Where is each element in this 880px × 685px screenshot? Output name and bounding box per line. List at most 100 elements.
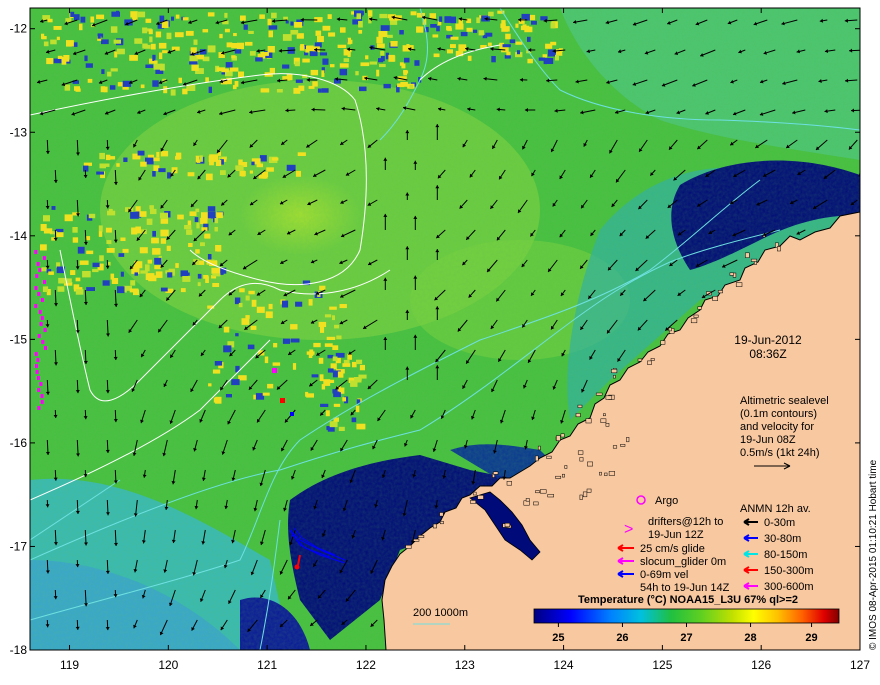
speckle-pixel: [316, 31, 322, 36]
legend-vel: 54h to 19-Jun 14Z: [640, 582, 730, 594]
anmn-label: 150-300m: [764, 565, 814, 577]
speckle-pixel: [208, 45, 216, 52]
speckle-pixel: [160, 213, 168, 219]
speckle-pixel: [233, 85, 237, 89]
speckle-pixel: [146, 19, 152, 23]
speckle-pixel: [491, 56, 496, 62]
island: [536, 491, 540, 493]
speckle-pixel: [66, 40, 74, 47]
speckle-pixel: [282, 301, 288, 308]
speckle-pixel: [153, 158, 159, 162]
island: [440, 513, 444, 517]
speckle-pixel: [504, 26, 509, 32]
speckle-pixel: [42, 267, 47, 271]
speckle-pixel: [257, 307, 265, 313]
speckle-pixel: [319, 286, 325, 291]
speckle-pixel: [42, 36, 47, 39]
argo-point: [38, 334, 41, 338]
speckle-pixel: [328, 355, 334, 358]
altimetry-line: 19-Jun 08Z: [740, 434, 796, 446]
speckle-pixel: [248, 291, 254, 295]
island: [606, 396, 612, 400]
speckle-pixel: [231, 379, 239, 385]
speckle-pixel: [103, 280, 110, 285]
island: [535, 456, 538, 461]
speckle-pixel: [479, 30, 484, 35]
colorbar-tick-label: 26: [616, 632, 628, 644]
island: [580, 458, 583, 462]
island: [473, 492, 476, 495]
speckle-pixel: [379, 14, 387, 18]
island: [745, 253, 749, 258]
speckle-pixel: [123, 81, 131, 87]
speckle-pixel: [531, 21, 537, 25]
island: [651, 358, 654, 360]
speckle-pixel: [160, 230, 168, 237]
speckle-pixel: [156, 271, 163, 278]
speckle-pixel: [333, 357, 338, 361]
speckle-pixel: [506, 52, 510, 56]
speckle-pixel: [273, 362, 281, 365]
speckle-pixel: [282, 65, 289, 69]
speckle-pixel: [216, 160, 221, 166]
speckle-pixel: [272, 158, 278, 161]
island: [606, 423, 609, 426]
speckle-pixel: [195, 217, 199, 222]
speckle-pixel: [76, 289, 84, 295]
speckle-pixel: [404, 58, 409, 63]
island: [561, 434, 565, 437]
speckle-pixel: [65, 85, 71, 91]
argo-point: [35, 364, 38, 368]
x-tick-label: 122: [356, 658, 376, 672]
credit-text: © IMOS 08-Apr-2015 01:10:21 Hobart time: [868, 459, 879, 650]
island: [730, 273, 734, 276]
speckle-pixel: [117, 286, 125, 293]
speckle-pixel: [250, 51, 256, 56]
speckle-pixel: [76, 88, 81, 91]
speckle-pixel: [73, 237, 78, 242]
speckle-pixel: [290, 22, 293, 26]
speckle-pixel: [114, 52, 117, 58]
speckle-pixel: [356, 360, 362, 364]
island: [669, 328, 672, 331]
speckle-pixel: [161, 238, 166, 244]
speckle-pixel: [67, 278, 72, 283]
speckle-pixel: [152, 231, 156, 237]
argo-point: [43, 280, 46, 284]
speckle-pixel: [250, 171, 253, 174]
speckle-pixel: [198, 274, 202, 279]
map-body: [30, 8, 865, 650]
speckle-pixel: [527, 59, 533, 64]
speckle-pixel: [271, 13, 277, 19]
speckle-pixel: [446, 26, 451, 30]
speckle-pixel: [524, 27, 532, 33]
speckle-pixel: [84, 163, 92, 166]
speckle-pixel: [130, 212, 139, 219]
speckle-pixel: [57, 286, 64, 292]
speckle-pixel: [283, 17, 288, 20]
y-tick-label: -13: [10, 125, 28, 139]
speckle-pixel: [167, 33, 172, 39]
speckle-pixel: [241, 171, 245, 177]
speckle-pixel: [208, 212, 216, 219]
speckle-pixel: [120, 238, 125, 242]
speckle-pixel: [233, 33, 237, 36]
speckle-pixel: [368, 10, 372, 17]
argo-point: [41, 394, 44, 398]
speckle-pixel: [103, 164, 109, 167]
speckle-pixel: [268, 19, 272, 26]
speckle-pixel: [263, 393, 270, 396]
island: [627, 437, 630, 442]
island: [526, 498, 529, 501]
speckle-pixel: [239, 303, 243, 307]
speckle-pixel: [191, 65, 198, 71]
speckle-pixel: [190, 56, 197, 60]
speckle-pixel: [215, 397, 221, 404]
speckle-pixel: [510, 39, 516, 43]
legend-vel: 0-69m vel: [640, 569, 688, 581]
speckle-pixel: [205, 77, 209, 82]
speckle-pixel: [116, 163, 119, 167]
speckle-pixel: [268, 46, 275, 53]
speckle-pixel: [242, 318, 250, 325]
speckle-pixel: [293, 363, 296, 370]
